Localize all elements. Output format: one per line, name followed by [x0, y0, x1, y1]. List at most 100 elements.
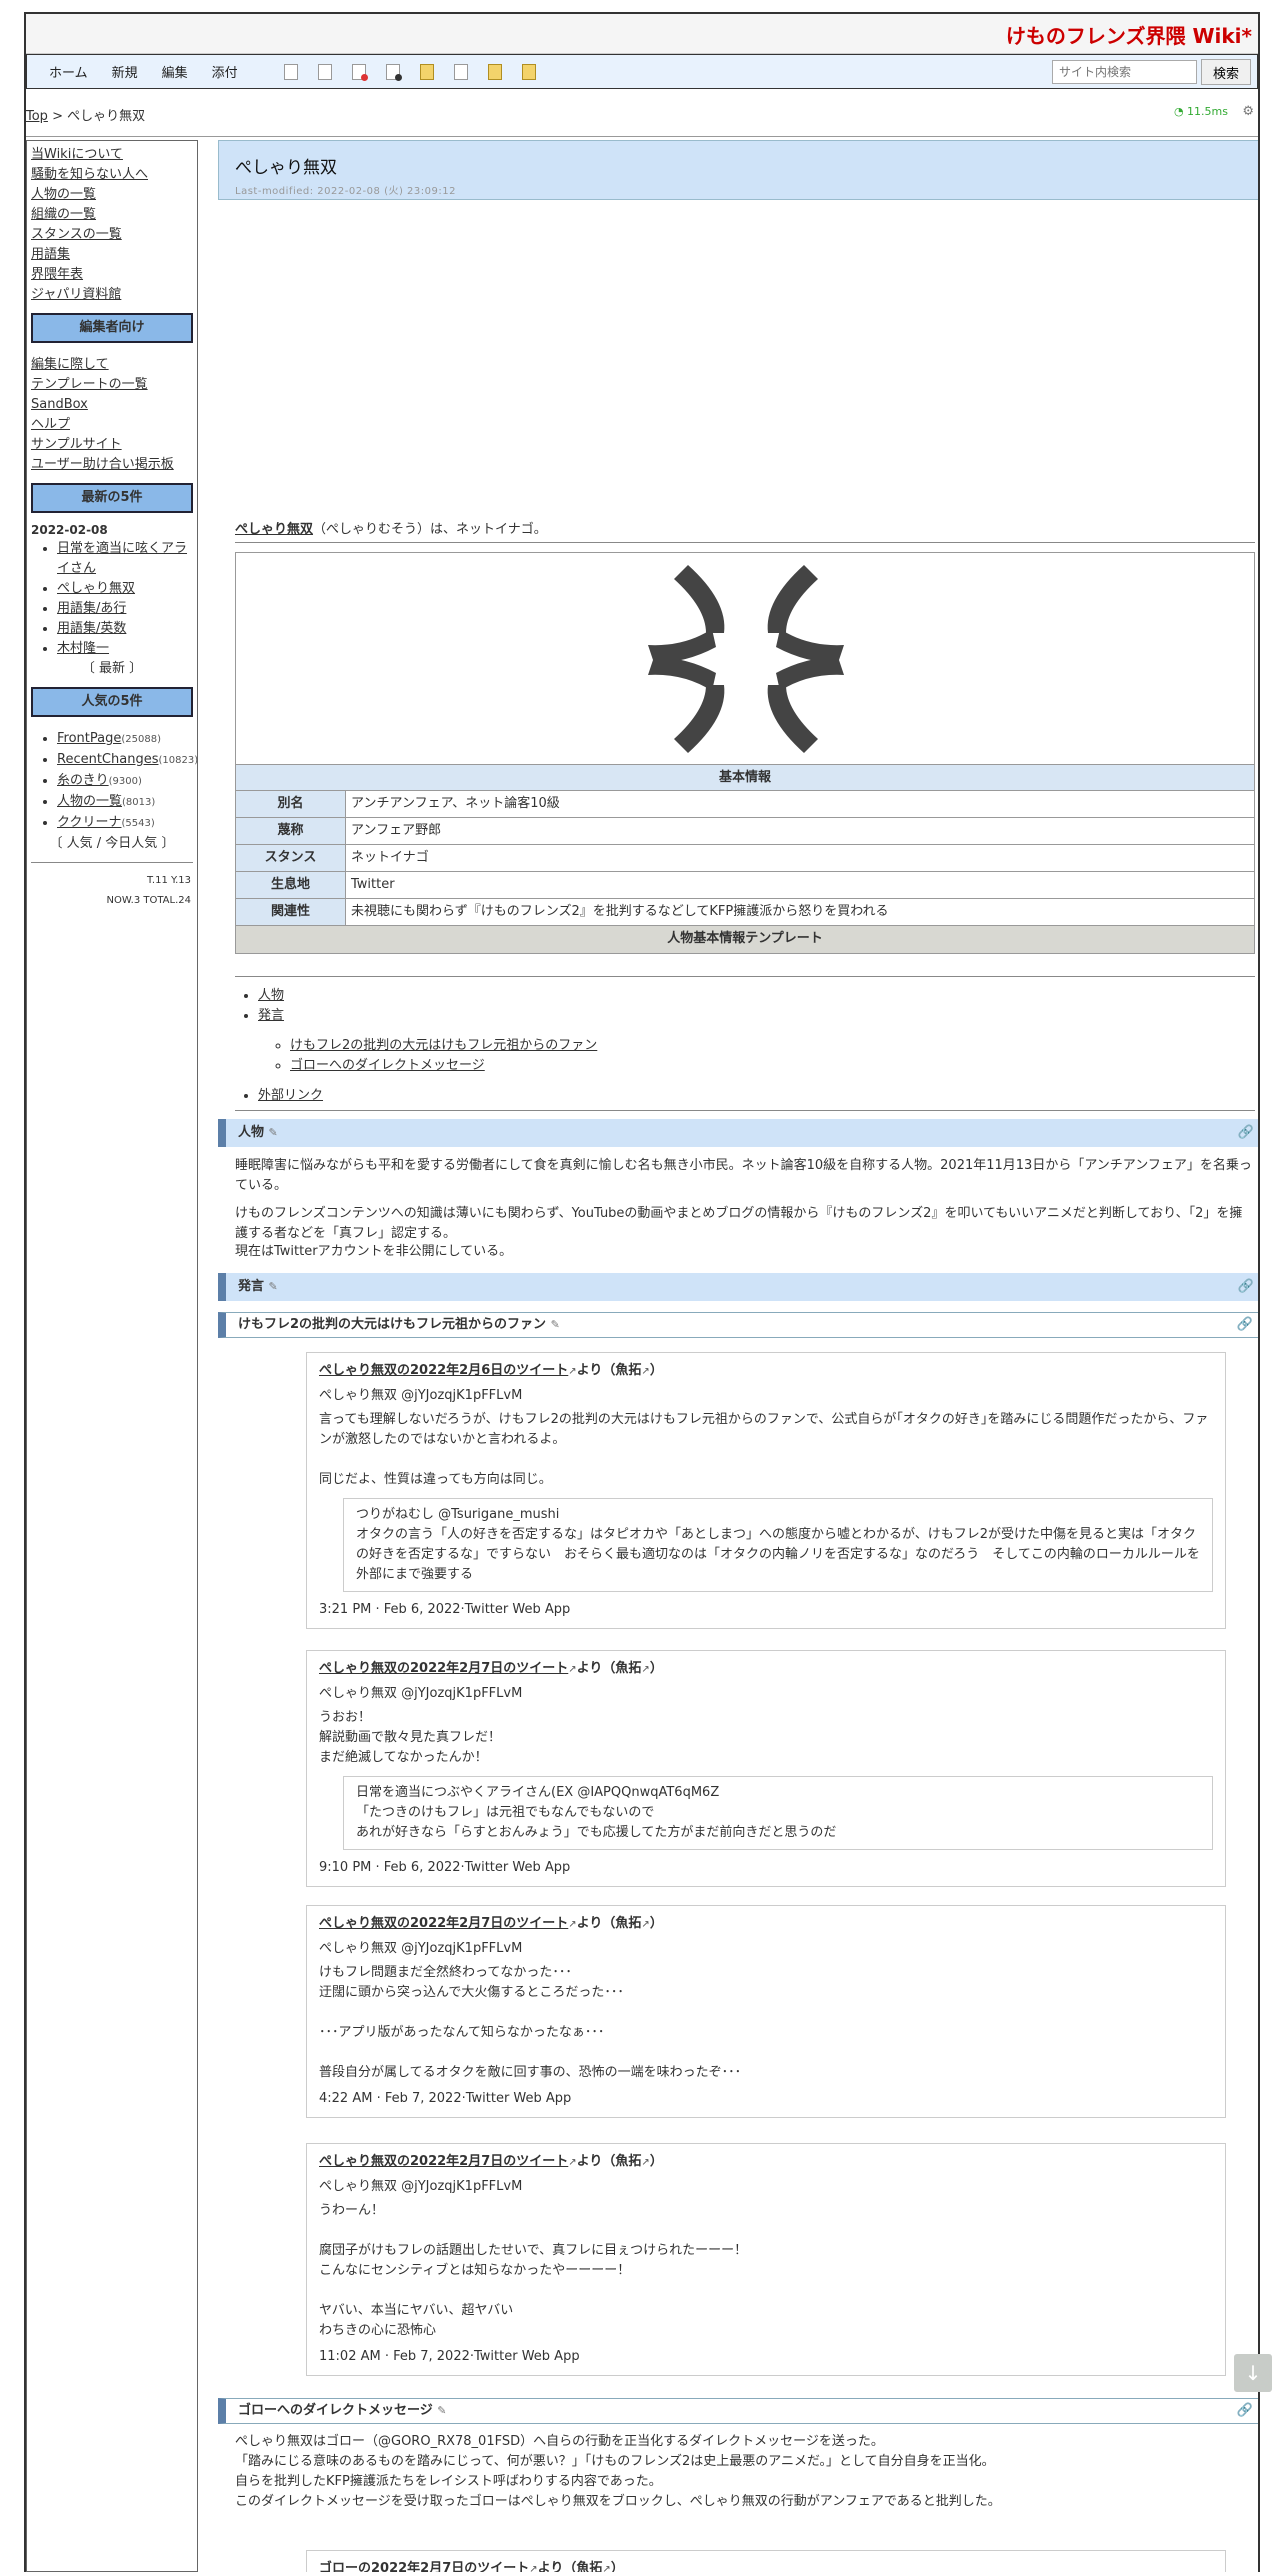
popular-item[interactable]: 人物の一覧(8013) — [57, 792, 193, 813]
lock-icon[interactable] — [419, 63, 434, 80]
search-input[interactable] — [1052, 60, 1197, 84]
pencil-icon[interactable] — [283, 63, 298, 80]
anchor-link-icon[interactable]: 🔗 — [1237, 2399, 1253, 2423]
edit-pencil-icon[interactable]: ✎ — [551, 1318, 560, 1331]
sidebar-link[interactable]: SandBox — [31, 395, 193, 415]
popular-item-label[interactable]: 人物の一覧 — [57, 794, 122, 809]
sidebar-link[interactable]: 編集に際して — [31, 355, 193, 375]
latest-item[interactable]: 日常を適当に呟くアライさん — [57, 539, 193, 579]
section-heading-text: 発言 — [238, 1279, 265, 1294]
toc-remarks-link[interactable]: 発言 — [258, 1006, 597, 1026]
nav-new-link[interactable]: 新規 — [112, 62, 138, 81]
latest-item-label[interactable]: 用語集/あ行 — [57, 601, 126, 616]
infobox-key: 生息地 — [236, 872, 346, 898]
latest-date: 2022-02-08 — [31, 523, 108, 537]
popular-item-count: (8013) — [122, 797, 156, 808]
popular-item[interactable]: ククリーナ(5543) — [57, 813, 193, 834]
sidebar-link[interactable]: 当Wikiについて — [31, 145, 193, 165]
popular-item[interactable]: FrontPage(25088) — [57, 729, 193, 750]
tweet-source-link[interactable]: ぺしゃり無双の2022年2月7日のツイート — [319, 1661, 568, 1676]
tweet-meta: 4:22 AM · Feb 7, 2022·Twitter Web App — [319, 2091, 572, 2106]
external-link-icon[interactable]: ↗ — [529, 2564, 537, 2572]
edit-pencil-icon[interactable]: ✎ — [269, 1126, 278, 1139]
toc-sub2-link[interactable]: ゴローへのダイレクトメッセージ — [290, 1056, 597, 1076]
tweet-from-text: より（魚拓 — [537, 2561, 603, 2572]
toc-person-link[interactable]: 人物 — [258, 986, 597, 1006]
latest-item-label[interactable]: 用語集/英数 — [57, 621, 126, 636]
latest-item[interactable]: 木村隆一 — [57, 639, 193, 659]
latest-more-link[interactable]: 〔 最新 〕 — [31, 659, 193, 679]
search-button[interactable]: 検索 — [1201, 59, 1251, 85]
infobox-image — [236, 553, 1254, 765]
popular-item-label[interactable]: ククリーナ — [57, 815, 121, 830]
edit-pencil-icon[interactable]: ✎ — [269, 1280, 278, 1293]
breadcrumb-top-link[interactable]: Top — [26, 109, 48, 124]
clipboard-icon[interactable] — [521, 63, 536, 80]
tweet-header: ゴローの2022年2月7日のツイート↗より（魚拓↗） — [319, 2559, 1213, 2572]
tweet-source-link[interactable]: ゴローの2022年2月7日のツイート — [319, 2561, 529, 2572]
popular-item-label[interactable]: 糸のきり — [57, 773, 109, 788]
external-link-icon[interactable]: ↗ — [602, 2564, 610, 2572]
list-icon[interactable] — [487, 63, 502, 80]
external-link-icon[interactable]: ↗ — [641, 1366, 649, 1377]
popular-item-label[interactable]: RecentChanges — [57, 752, 158, 767]
sidebar-link[interactable]: ジャパリ資料館 — [31, 285, 193, 305]
sidebar-link[interactable]: サンプルサイト — [31, 435, 193, 455]
toc-sub1-link[interactable]: けもフレ2の批判の大元はけもフレ元祖からのファン — [290, 1036, 597, 1056]
save-icon[interactable] — [385, 63, 402, 81]
anchor-link-icon[interactable]: 🔗 — [1238, 1119, 1254, 1147]
site-title[interactable]: けものフレンズ界隈 Wiki* — [1006, 24, 1252, 48]
sidebar-link[interactable]: スタンスの一覧 — [31, 225, 193, 245]
sidebar-link[interactable]: 界隈年表 — [31, 265, 193, 285]
popular-item-label[interactable]: FrontPage — [57, 731, 121, 746]
intro-name-link[interactable]: ぺしゃり無双 — [235, 522, 313, 537]
infobox-key: スタンス — [236, 845, 346, 871]
site-header: けものフレンズ界隈 Wiki* — [26, 12, 1258, 54]
external-link-icon[interactable]: ↗ — [641, 1919, 649, 1930]
tweet-source-link[interactable]: ぺしゃり無双の2022年2月7日のツイート — [319, 2154, 568, 2169]
latest-item-label[interactable]: 木村隆一 — [57, 641, 109, 656]
sidebar-link[interactable]: テンプレートの一覧 — [31, 375, 193, 395]
edit-pencil-icon[interactable]: ✎ — [437, 2404, 446, 2417]
latest-item[interactable]: 用語集/英数 — [57, 619, 193, 639]
new-page-icon[interactable] — [317, 63, 332, 80]
nav-home-link[interactable]: ホーム — [49, 62, 88, 81]
latest-item[interactable]: ぺしゃり無双 — [57, 579, 193, 599]
latest-item-label[interactable]: ぺしゃり無双 — [57, 581, 135, 596]
external-link-icon[interactable]: ↗ — [641, 1664, 649, 1675]
tweet-source-link[interactable]: ぺしゃり無双の2022年2月6日のツイート — [319, 1363, 568, 1378]
sidebar-link[interactable]: ユーザー助け合い掲示板 — [31, 455, 193, 475]
tweet-source-link[interactable]: ぺしゃり無双の2022年2月7日のツイート — [319, 1916, 568, 1931]
popular-more-link[interactable]: 〔 人気 / 今日人気 〕 — [31, 834, 193, 854]
toc-external-link[interactable]: 外部リンク — [258, 1086, 597, 1106]
quoted-tweet: 日常を適当につぶやくアライさん(EX @IAPQQnwqAT6qM6Z 「たつき… — [343, 1776, 1213, 1850]
external-link-icon[interactable]: ↗ — [568, 1664, 576, 1675]
nav-edit-link[interactable]: 編集 — [162, 62, 188, 81]
popular-item[interactable]: 糸のきり(9300) — [57, 771, 193, 792]
popular-heading: 人気の5件 — [31, 687, 193, 717]
latest-item[interactable]: 用語集/あ行 — [57, 599, 193, 619]
sidebar-link[interactable]: 用語集 — [31, 245, 193, 265]
tweet-card: ぺしゃり無双の2022年2月7日のツイート↗より（魚拓↗） ぺしゃり無双 @jYJ… — [306, 1905, 1226, 2118]
sidebar-link[interactable]: ヘルプ — [31, 415, 193, 435]
infobox-template-link[interactable]: 人物基本情報テンプレート — [236, 926, 1254, 953]
external-link-icon[interactable]: ↗ — [568, 1919, 576, 1930]
copy-page-icon[interactable] — [453, 63, 468, 80]
scroll-down-button[interactable]: ↓ — [1234, 2354, 1272, 2392]
anchor-link-icon[interactable]: 🔗 — [1238, 1273, 1254, 1301]
delete-page-icon[interactable] — [351, 63, 368, 81]
popular-item[interactable]: RecentChanges(10823) — [57, 750, 198, 771]
external-link-icon[interactable]: ↗ — [641, 2157, 649, 2168]
nav-attach-link[interactable]: 添付 — [212, 62, 238, 81]
sidebar-menu-editors: 編集に際して テンプレートの一覧 SandBox ヘルプ サンプルサイト ユーザー助け合い… — [31, 355, 193, 475]
person-paragraph-2: けものフレンズコンテンツへの知識は薄いにも関わらず、YouTubeの動画やまとめ… — [235, 1206, 1243, 1241]
external-link-icon[interactable]: ↗ — [568, 2157, 576, 2168]
latest-item-label[interactable]: 日常を適当に呟くアライさん — [57, 541, 187, 576]
external-link-icon[interactable]: ↗ — [568, 1366, 576, 1377]
sidebar-link[interactable]: 騒動を知らない人へ — [31, 165, 193, 185]
anchor-link-icon[interactable]: 🔗 — [1237, 1313, 1253, 1337]
divider — [235, 1110, 1255, 1111]
sidebar-link[interactable]: 人物の一覧 — [31, 185, 193, 205]
sidebar-link[interactable]: 組織の一覧 — [31, 205, 193, 225]
gear-icon[interactable]: ⚙ — [1242, 104, 1254, 119]
